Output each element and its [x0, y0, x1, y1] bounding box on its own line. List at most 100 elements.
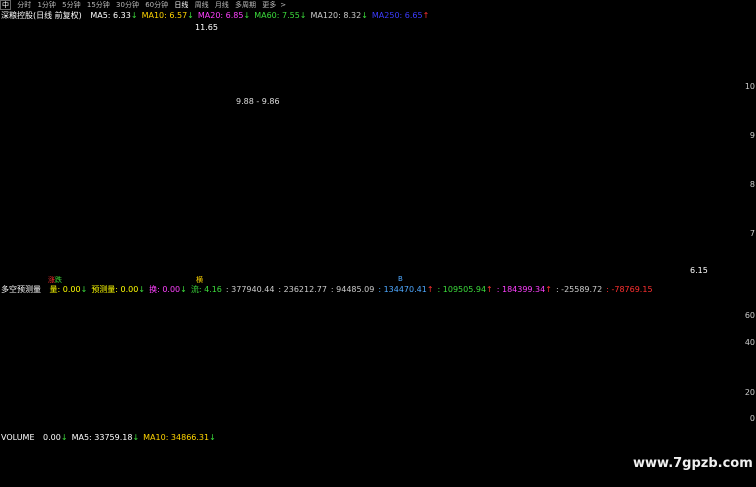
volume-bar: [564, 478, 570, 487]
volume-bar: [4, 449, 10, 487]
indicator-bar-red: [380, 405, 384, 411]
period-tab[interactable]: 30分钟: [116, 0, 139, 10]
chart-canvas[interactable]: [0, 0, 756, 487]
indicator-bar: [145, 351, 149, 420]
volume-bar: [69, 469, 75, 487]
signal-dot: [440, 424, 444, 428]
candle-body: [75, 98, 79, 109]
indicator-bar-yellow: [300, 410, 304, 416]
indicator-bar-yellow: [490, 410, 494, 416]
volume-bar: [494, 474, 500, 487]
indicator-bar: [610, 411, 614, 420]
period-tab[interactable]: 分时: [17, 0, 31, 10]
volume-bar: [654, 478, 660, 487]
indicator-bar: [630, 411, 634, 420]
indicator-bar-red: [315, 407, 319, 412]
period-tab[interactable]: 60分钟: [145, 0, 168, 10]
indicator-bar: [505, 406, 509, 420]
candle-body: [575, 181, 579, 192]
period-tab[interactable]: 5分钟: [62, 0, 80, 10]
main-chart-legend: 深粮控股(日线 前复权) MA5: 6.33↓ MA10: 6.57↓ MA20: …: [1, 10, 439, 22]
signal-dot: [360, 424, 364, 428]
period-tab[interactable]: 月线: [215, 0, 229, 10]
volume-bar: [624, 477, 630, 487]
indicator-value: : 236212.77: [278, 285, 327, 294]
period-tab[interactable]: 1分钟: [37, 0, 55, 10]
toolbar-menu-icon[interactable]: 中: [0, 0, 11, 10]
candle-body: [290, 145, 294, 148]
signal-dot: [660, 424, 664, 428]
more-arrow-icon[interactable]: >: [280, 0, 286, 10]
volume-bar: [669, 482, 675, 487]
candle-body: [355, 161, 359, 164]
candle-body: [300, 145, 304, 155]
candle-body: [285, 138, 289, 144]
period-tab[interactable]: 15分钟: [87, 0, 110, 10]
candle-body: [655, 229, 659, 241]
price-axis-label: 9: [749, 131, 755, 140]
indicator-bar: [20, 323, 24, 420]
signal-dot: [260, 424, 264, 428]
volume-bar: [484, 480, 490, 487]
period-tab-active[interactable]: 日线: [174, 0, 188, 10]
volume-bar: [424, 482, 430, 487]
candle-body: [105, 109, 109, 114]
volume-bar: [674, 481, 680, 487]
indicator-bar-red: [60, 363, 64, 382]
candle-body: [675, 233, 679, 238]
candle-body: [570, 182, 574, 185]
ma-legend: MA5: 6.33↓ MA10: 6.57↓ MA20: 6.85↓ MA60: 7.…: [90, 11, 433, 20]
indicator-bar-yellow: [215, 410, 219, 416]
indicator-bar-red: [260, 413, 264, 416]
indicator-bar: [385, 410, 389, 420]
volume-bar: [574, 474, 580, 487]
indicator-bar: [560, 409, 564, 420]
period-tab[interactable]: 多周期: [235, 0, 256, 10]
candle-body: [450, 182, 454, 187]
volume-bar: [44, 474, 50, 487]
volume-bar: [149, 461, 155, 487]
indicator-bar: [445, 406, 449, 420]
indicator-bar: [365, 414, 369, 420]
ma-value: MA5: 6.33: [90, 11, 131, 20]
signal-dot: [270, 424, 274, 428]
candle-body: [165, 82, 169, 92]
indicator-bar-red: [640, 409, 644, 413]
volume-bar: [169, 457, 175, 487]
indicator-bar-red: [290, 410, 294, 414]
period-tab[interactable]: 周线: [195, 0, 209, 10]
volume-bar: [234, 480, 240, 487]
signal-dot: [400, 424, 404, 428]
signal-dot: [430, 424, 434, 428]
indicator-bar-yellow: [250, 410, 254, 416]
indicator-bar-yellow: [475, 410, 479, 416]
indicator-bar-red: [25, 353, 29, 375]
indicator-bar: [545, 411, 549, 420]
indicator-bar: [625, 407, 629, 420]
candle-body: [330, 154, 334, 157]
signal-dot: [90, 424, 94, 428]
indicator-bar: [35, 359, 39, 420]
volume-bar: [49, 463, 55, 487]
volume-bar: [334, 481, 340, 487]
volume-bar: [164, 439, 170, 487]
candle-body: [445, 182, 449, 187]
volume-value: MA5: 33759.18: [71, 433, 133, 442]
indicator-bar: [460, 409, 464, 420]
signal-dot: [630, 424, 634, 428]
trend-arrow-icon: ↓: [209, 433, 216, 442]
indicator-bar-yellow: [725, 410, 729, 416]
period-tab-more[interactable]: 更多: [262, 0, 276, 10]
volume-bar: [9, 454, 15, 487]
indicator-bar: [695, 405, 699, 420]
volume-bar: [79, 446, 85, 487]
trend-arrow-icon: ↓: [132, 433, 140, 442]
indicator-bar-red: [430, 409, 434, 413]
candle-body: [690, 250, 694, 253]
candle-body: [635, 223, 639, 226]
indicator-bar-red: [165, 368, 169, 385]
indicator-value: : -78769.15: [606, 285, 653, 294]
volume-bar: [249, 482, 255, 487]
volume-bar: [434, 478, 440, 487]
indicator-bar: [620, 411, 624, 420]
